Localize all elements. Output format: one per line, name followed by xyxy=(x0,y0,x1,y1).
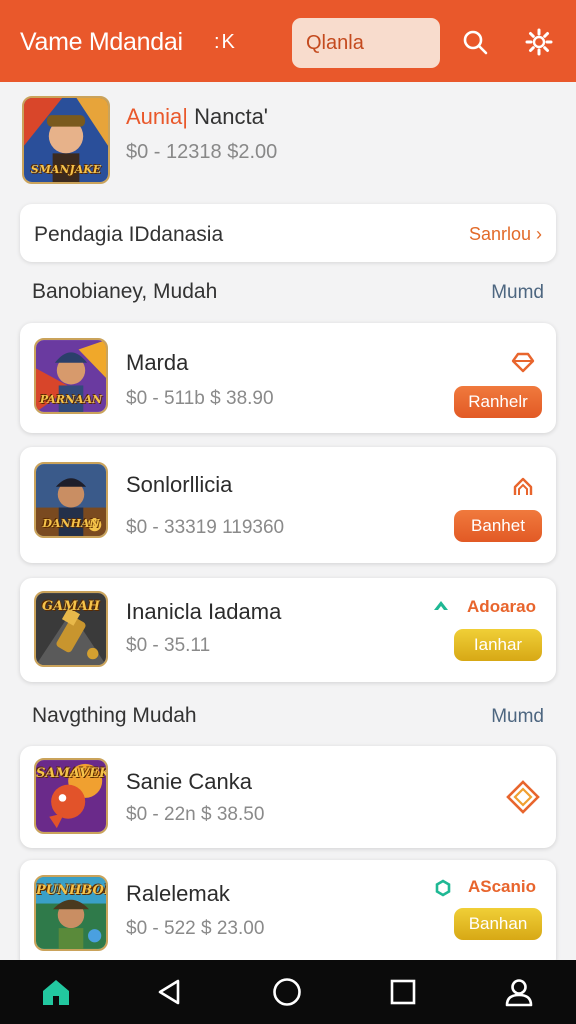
promo-banner[interactable]: Pendagia IDdanasia Sanrlou › xyxy=(20,204,556,262)
featured-price: $0 - 12318 $2.00 xyxy=(126,141,278,163)
hexagon-icon xyxy=(434,879,452,897)
game-title: Sanie Canka xyxy=(126,769,252,794)
featured-title: Aunia| Nancta' xyxy=(126,104,268,130)
thumbnail-caption: PUNHBON xyxy=(36,883,108,898)
thumbnail-caption: GAMAH xyxy=(42,599,100,614)
recents-icon[interactable] xyxy=(387,976,419,1008)
game-thumbnail: GAMAH xyxy=(34,591,108,667)
profile-icon[interactable] xyxy=(503,976,535,1008)
gear-icon[interactable] xyxy=(524,27,554,57)
chevron-right-icon: › xyxy=(536,224,542,244)
game-thumbnail: SAMAVEK xyxy=(34,758,108,834)
game-title: Sonlorllicia xyxy=(126,472,233,497)
top-app-bar: Vame Mdandai :K Qlanla xyxy=(0,0,576,82)
featured-title-rest: Nancta' xyxy=(187,104,269,129)
status-badge: AScanio xyxy=(467,877,536,896)
section-more-link[interactable]: Mumd xyxy=(491,706,544,728)
thumbnail-caption: DANHAN xyxy=(42,517,100,530)
action-button[interactable]: Ianhar xyxy=(454,629,542,661)
thumbnail-caption: SMANJAKE xyxy=(30,163,102,176)
search-icon[interactable] xyxy=(460,27,490,57)
game-price: $0 - 511b $ 38.90 xyxy=(126,388,274,409)
banner-link[interactable]: Sanrlou › xyxy=(469,224,542,245)
game-price: $0 - 22n $ 38.50 xyxy=(126,804,265,825)
banner-link-label: Sanrlou xyxy=(468,224,531,244)
featured-game[interactable]: SMANJAKE Aunia| Nancta' $0 - 12318 $2.00 xyxy=(22,96,554,186)
search-input[interactable]: Qlanla xyxy=(292,18,440,68)
list-item[interactable]: PARNAAN Marda $0 - 511b $ 38.90 Ranhelr xyxy=(20,323,556,433)
action-button[interactable]: Banhan xyxy=(454,908,542,940)
game-price: $0 - 522 $ 23.00 xyxy=(126,918,265,939)
back-icon[interactable] xyxy=(154,976,186,1008)
game-price: $0 - 33319 119360 xyxy=(126,517,285,538)
game-thumbnail: DANHAN xyxy=(34,462,108,538)
game-thumbnail: PARNAAN xyxy=(34,338,108,414)
trend-up-icon xyxy=(432,597,450,615)
banner-text: Pendagia IDdanasia xyxy=(34,223,224,246)
action-button[interactable]: Ranhelr xyxy=(454,386,542,418)
list-item[interactable]: PUNHBON Ralelemak $0 - 522 $ 23.00 AScan… xyxy=(20,860,556,960)
grid-switch-icon[interactable]: :K xyxy=(214,31,237,54)
main-content[interactable]: SMANJAKE Aunia| Nancta' $0 - 12318 $2.00… xyxy=(0,82,576,960)
list-item[interactable]: SAMAVEK Sanie Canka $0 - 22n $ 38.50 xyxy=(20,746,556,848)
game-title: Ralelemak xyxy=(126,881,230,906)
home-circle-icon[interactable] xyxy=(271,976,303,1008)
diamond-badge-icon[interactable] xyxy=(506,780,540,814)
app-title: Vame Mdandai xyxy=(20,28,183,56)
status-badge: Adoarao xyxy=(467,597,536,616)
game-title: Marda xyxy=(126,350,189,375)
home-icon[interactable] xyxy=(40,976,72,1008)
list-item[interactable]: DANHAN Sonlorllicia $0 - 33319 119360 Ba… xyxy=(20,447,556,563)
section-more-link[interactable]: Mumd xyxy=(491,282,544,304)
featured-thumbnail: SMANJAKE xyxy=(22,96,110,184)
section-title: Banobianey, Mudah xyxy=(32,280,218,303)
diamond-outline-icon[interactable] xyxy=(510,349,536,375)
game-thumbnail: PUNHBON xyxy=(34,875,108,951)
game-price: $0 - 35.11 xyxy=(126,635,211,656)
game-title: Inanicla Iadama xyxy=(126,599,282,624)
thumbnail-caption: PARNAAN xyxy=(39,393,103,406)
action-button[interactable]: Banhet xyxy=(454,510,542,542)
featured-title-accent: Aunia| xyxy=(126,104,188,129)
thumbnail-caption: SAMAVEK xyxy=(36,766,108,781)
system-nav-bar xyxy=(0,960,576,1024)
section-title: Navgthing Mudah xyxy=(32,704,197,727)
list-item[interactable]: GAMAH Inanicla Iadama $0 - 35.11 Adoarao… xyxy=(20,578,556,682)
upgrade-outline-icon[interactable] xyxy=(510,474,536,500)
